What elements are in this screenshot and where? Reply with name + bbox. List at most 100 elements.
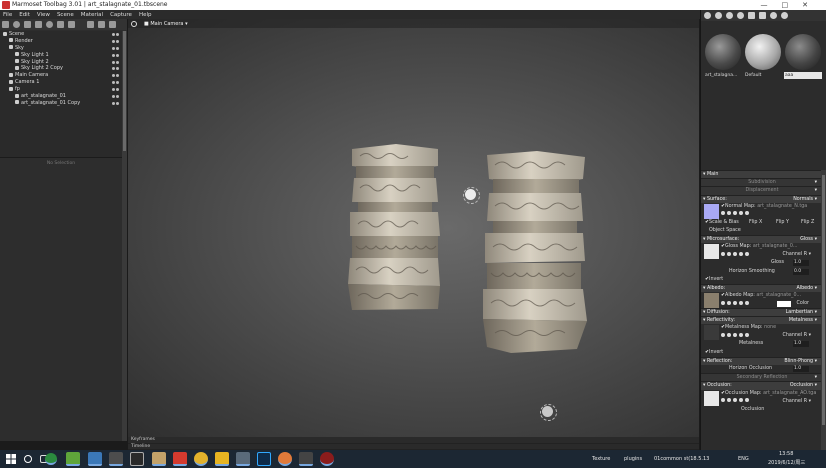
sphere-add-icon[interactable]	[46, 21, 53, 28]
horizon-smoothing-field[interactable]: 0.0	[793, 268, 809, 275]
reload-icon[interactable]	[739, 398, 743, 403]
visibility-toggle-icon[interactable]	[111, 73, 120, 78]
duplicate-icon[interactable]	[98, 21, 105, 28]
edit-icon[interactable]	[733, 398, 737, 403]
windows-start-icon[interactable]	[6, 454, 16, 464]
picker-icon[interactable]	[770, 12, 777, 19]
app-taskbar-icon[interactable]	[88, 452, 102, 466]
albedo-map-thumbnail[interactable]	[704, 293, 719, 309]
nvidia-taskbar-icon[interactable]	[66, 452, 80, 466]
app-taskbar-icon[interactable]	[299, 452, 313, 466]
gear-icon[interactable]	[721, 211, 725, 216]
search-icon[interactable]	[727, 300, 731, 305]
edit-icon[interactable]	[733, 211, 737, 216]
edit-icon[interactable]	[733, 332, 737, 337]
material-ball-default[interactable]	[745, 34, 781, 70]
delete-icon[interactable]	[109, 21, 116, 28]
visibility-toggle-icon[interactable]	[111, 94, 120, 99]
duplicate-material-icon[interactable]	[726, 12, 733, 19]
section-reflection[interactable]: ▾ Reflection: Blinn-Phong ▾	[701, 356, 821, 365]
chrome-taskbar-icon[interactable]	[45, 453, 57, 465]
reload-icon[interactable]	[739, 251, 743, 256]
preview-sphere-icon[interactable]	[781, 12, 788, 19]
visibility-toggle-icon[interactable]	[111, 46, 120, 50]
invert-checkbox[interactable]: ✔Invert	[701, 349, 821, 357]
section-subdivision[interactable]: Subdivision ▾	[701, 178, 821, 187]
invert-checkbox[interactable]: ✔Invert	[701, 276, 821, 284]
section-albedo[interactable]: ▾ Albedo: Albedo ▾	[701, 283, 821, 293]
browser-taskbar-icon[interactable]	[194, 452, 208, 466]
section-microsurface[interactable]: ▾ Microsurface: Gloss ▾	[701, 235, 821, 244]
shadow-catcher-icon[interactable]	[35, 21, 42, 28]
visibility-toggle-icon[interactable]	[111, 32, 120, 36]
section-occlusion[interactable]: ▾ Occlusion: Occlusion ▾	[701, 381, 821, 390]
tray-time[interactable]: 13:58	[779, 451, 793, 457]
audio-icon[interactable]	[68, 21, 75, 28]
import-material-icon[interactable]	[715, 12, 722, 19]
menu-material[interactable]: Material	[81, 12, 103, 18]
material-label-selected[interactable]: aaa	[784, 72, 822, 79]
flip-y-checkbox[interactable]: Flip Y	[776, 219, 789, 227]
visibility-toggle-icon[interactable]	[111, 39, 120, 43]
tree-item-stalagnate-copy[interactable]: art_stalagnate_01 Copy	[0, 100, 122, 107]
tree-item-stalagnate[interactable]: art_stalagnate_01	[0, 93, 122, 100]
tree-item-sky-light-2-copy[interactable]: Sky Light 2 Copy	[0, 65, 122, 72]
visibility-toggle-icon[interactable]	[111, 66, 120, 71]
flip-z-checkbox[interactable]: Flip Z	[801, 219, 814, 227]
tree-item-scene[interactable]: Scene	[0, 31, 122, 38]
tree-item-sky-light-2[interactable]: Sky Light 2	[0, 59, 122, 66]
channel-select[interactable]: Channel R ▾	[782, 398, 811, 406]
tree-item-render[interactable]: Render	[0, 38, 122, 45]
close-icon[interactable]	[745, 300, 749, 305]
gloss-map-thumbnail[interactable]	[704, 244, 719, 260]
channel-select[interactable]: Channel R ▾	[782, 332, 811, 340]
camera-dropdown[interactable]: ■ Main Camera ▾	[141, 21, 191, 27]
close-icon[interactable]	[745, 332, 749, 337]
channel-select[interactable]: Channel R ▾	[782, 251, 811, 259]
tree-item-camera-1[interactable]: Camera 1	[0, 79, 122, 86]
scale-bias-checkbox[interactable]: ✔Scale & Bias	[705, 220, 739, 225]
material-ball-aaa[interactable]	[785, 34, 821, 70]
section-displacement[interactable]: Displacement ▾	[701, 186, 821, 195]
close-icon[interactable]	[745, 211, 749, 216]
section-diffusion[interactable]: ▾ Diffusion: Lambertian ▾	[701, 308, 821, 317]
menu-scene[interactable]: Scene	[57, 12, 74, 18]
app-taskbar-icon[interactable]	[278, 452, 292, 466]
section-surface[interactable]: ▾ Surface: Normals ▾	[701, 194, 821, 203]
reload-icon[interactable]	[739, 300, 743, 305]
menu-file[interactable]: File	[3, 12, 12, 18]
metalness-map-thumbnail[interactable]	[704, 325, 719, 341]
tray-date[interactable]: 2019/6/12/周三	[768, 459, 805, 466]
delete-material-icon[interactable]	[748, 12, 755, 19]
app-taskbar-icon[interactable]	[236, 452, 250, 466]
folder-taskbar-icon[interactable]	[215, 452, 229, 466]
search-icon[interactable]	[727, 332, 731, 337]
light-add-icon[interactable]	[13, 21, 20, 28]
gloss-value-field[interactable]: 1.0	[793, 260, 809, 267]
stalagnate-mesh[interactable]	[346, 144, 444, 312]
normal-map-thumbnail[interactable]	[704, 203, 719, 219]
clear-material-icon[interactable]	[737, 12, 744, 19]
material-ball-stalagnate[interactable]	[705, 34, 741, 70]
tray-plugins[interactable]: plugins	[624, 456, 642, 462]
edit-icon[interactable]	[733, 300, 737, 305]
tree-item-sky[interactable]: Sky	[0, 45, 122, 52]
section-reflectivity[interactable]: ▾ Reflectivity: Metalness ▾	[701, 316, 821, 325]
tree-item-fp[interactable]: fp	[0, 86, 122, 93]
visibility-toggle-icon[interactable]	[111, 80, 120, 85]
metalness-value-field[interactable]: 1.0	[793, 341, 809, 348]
app-taskbar-icon[interactable]	[173, 452, 187, 466]
app-taskbar-icon[interactable]	[109, 452, 123, 466]
properties-scrollbar[interactable]	[821, 170, 826, 450]
menu-view[interactable]: View	[37, 12, 50, 18]
gear-icon[interactable]	[721, 251, 725, 256]
turntable-icon[interactable]	[57, 21, 64, 28]
reload-icon[interactable]	[739, 211, 743, 216]
search-icon[interactable]	[727, 251, 731, 256]
tray-file[interactable]: 01common st(18.5.13	[654, 456, 709, 462]
close-icon[interactable]	[745, 398, 749, 403]
visibility-toggle-icon[interactable]	[111, 53, 120, 57]
edit-icon[interactable]	[733, 251, 737, 256]
section-main[interactable]: ▾ Main	[701, 170, 821, 179]
add-material-icon[interactable]	[704, 12, 711, 19]
